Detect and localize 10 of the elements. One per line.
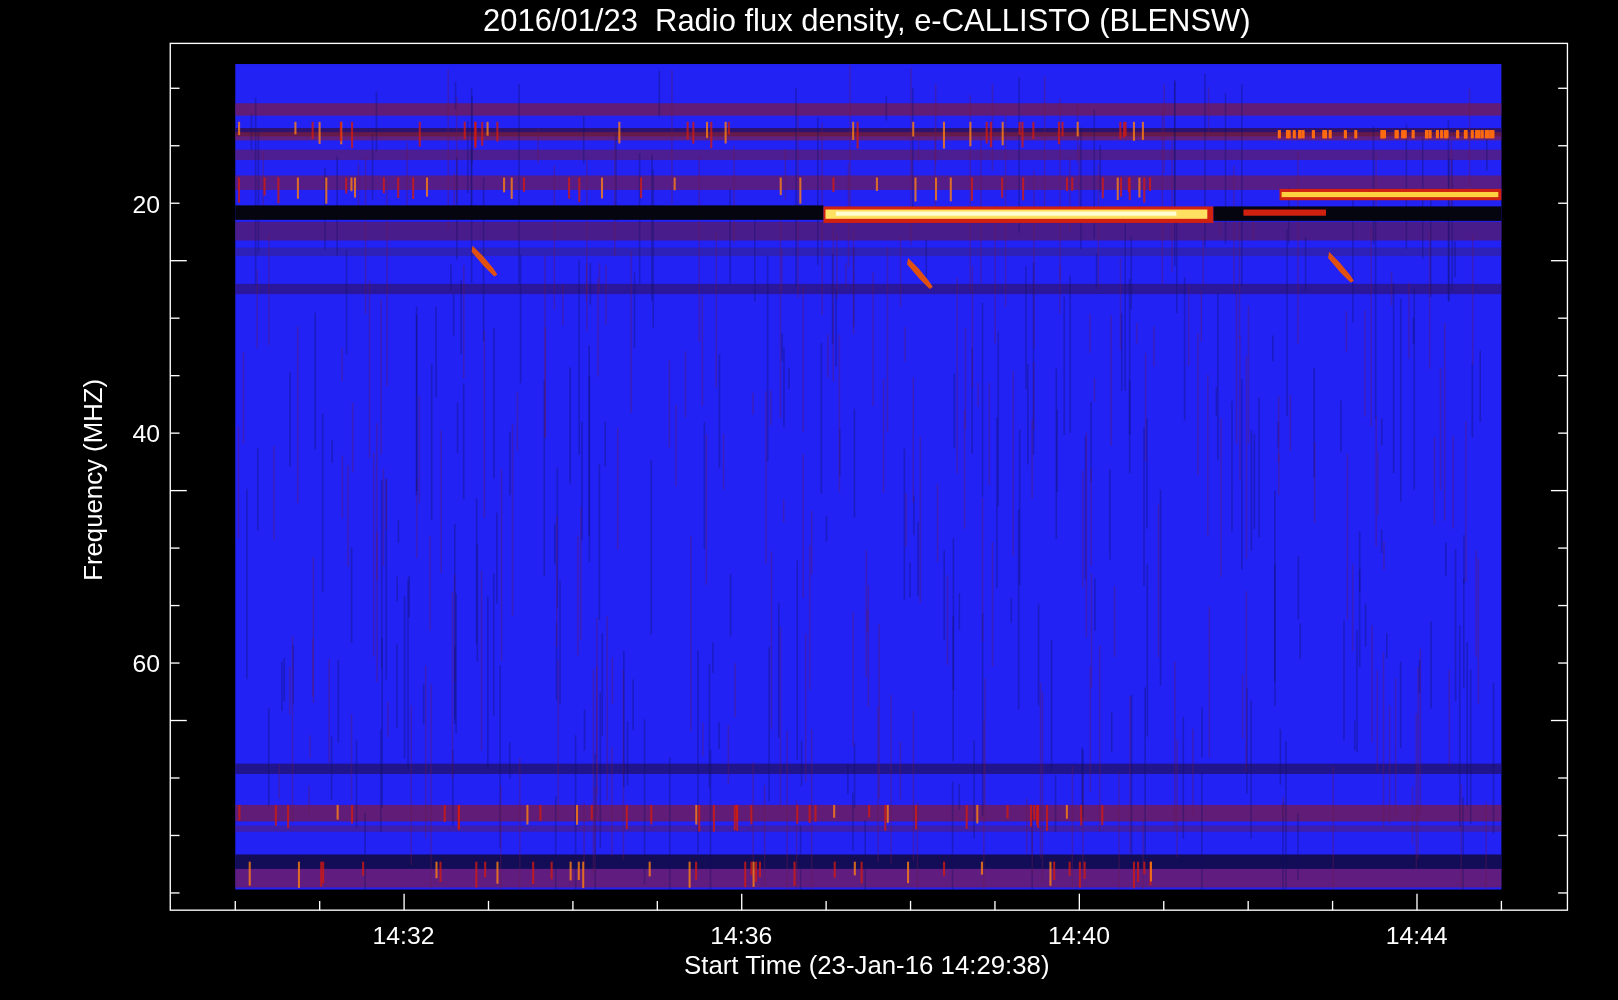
x-axis-label: Start Time (23-Jan-16 14:29:38) xyxy=(684,951,1050,980)
chart-title: 2016/01/23 Radio flux density, e-CALLISTO (BLENSW) xyxy=(483,3,1251,38)
y-tick-label: 40 xyxy=(132,420,160,448)
y-tick-label: 60 xyxy=(132,649,160,677)
x-tick-label: 14:36 xyxy=(710,922,773,950)
x-tick-label: 14:32 xyxy=(372,922,435,950)
x-tick-label: 14:44 xyxy=(1385,922,1448,950)
y-tick-label: 20 xyxy=(132,190,160,218)
x-tick-label: 14:40 xyxy=(1047,922,1110,950)
y-axis-label: Frequency (MHZ) xyxy=(79,378,108,581)
